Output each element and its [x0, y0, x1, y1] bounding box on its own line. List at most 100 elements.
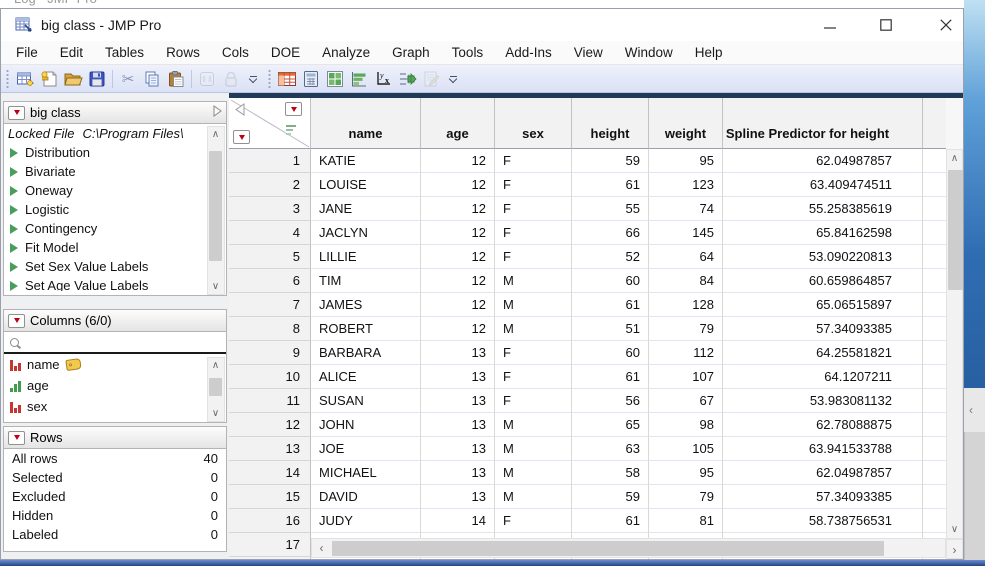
cell-sex[interactable]: F — [495, 221, 572, 245]
cell-weight[interactable]: 81 — [649, 509, 723, 533]
scroll-up-icon[interactable]: ∧ — [208, 358, 223, 373]
column-item-name[interactable]: name — [4, 354, 206, 375]
cell-spline-predictor[interactable]: 60.659864857 — [723, 269, 923, 293]
script-item[interactable]: Distribution — [4, 143, 206, 162]
row-number[interactable]: 3 — [229, 197, 311, 221]
cell-height[interactable]: 60 — [572, 341, 649, 365]
red-triangle-menu-icon[interactable] — [8, 313, 25, 328]
menu-rows[interactable]: Rows — [155, 42, 211, 63]
column-list-mini-icon[interactable] — [286, 124, 298, 139]
cell-weight[interactable]: 64 — [649, 245, 723, 269]
row-number[interactable]: 17 — [229, 533, 311, 557]
menu-tables[interactable]: Tables — [94, 42, 155, 63]
cell-weight[interactable]: 95 — [649, 461, 723, 485]
cell-name[interactable]: ROBERT — [311, 317, 421, 341]
cell-sex[interactable]: F — [495, 509, 572, 533]
row-number[interactable]: 8 — [229, 317, 311, 341]
cell-weight[interactable]: 74 — [649, 197, 723, 221]
new-journal-icon[interactable] — [37, 68, 61, 90]
cell-height[interactable]: 61 — [572, 293, 649, 317]
cell-age[interactable]: 13 — [421, 461, 495, 485]
menu-doe[interactable]: DOE — [260, 42, 311, 63]
cell-sex[interactable]: M — [495, 485, 572, 509]
cell-weight[interactable]: 79 — [649, 317, 723, 341]
row-number[interactable]: 4 — [229, 221, 311, 245]
scroll-right-icon[interactable]: › — [946, 539, 963, 559]
toolbar-overflow-icon[interactable] — [447, 69, 459, 89]
cell-age[interactable]: 12 — [421, 173, 495, 197]
cell-spline-predictor[interactable]: 65.84162598 — [723, 221, 923, 245]
cell-weight[interactable]: 98 — [649, 413, 723, 437]
cell-sex[interactable]: F — [495, 173, 572, 197]
row-number[interactable]: 5 — [229, 245, 311, 269]
cell-sex[interactable]: F — [495, 341, 572, 365]
menu-help[interactable]: Help — [684, 42, 734, 63]
hide-panel-icon[interactable] — [235, 103, 245, 119]
cell-sex[interactable]: F — [495, 245, 572, 269]
column-header-spline[interactable]: Spline Predictor for height — [723, 98, 923, 149]
vertical-scrollbar[interactable]: ∧ ∨ — [946, 149, 963, 539]
cell-spline-predictor[interactable]: 62.04987857 — [723, 461, 923, 485]
cell-age[interactable]: 13 — [421, 413, 495, 437]
cell-height[interactable]: 55 — [572, 197, 649, 221]
toolbar-overflow-icon[interactable] — [247, 69, 259, 89]
cell-name[interactable]: SUSAN — [311, 389, 421, 413]
scroll-up-icon[interactable]: ∧ — [208, 127, 223, 142]
table-panel-scrollbar[interactable]: ∧ ∨ — [207, 126, 225, 295]
cell-name[interactable]: MICHAEL — [311, 461, 421, 485]
cell-name[interactable]: TIM — [311, 269, 421, 293]
cell-height[interactable]: 60 — [572, 269, 649, 293]
row-number[interactable]: 2 — [229, 173, 311, 197]
cell-age[interactable]: 12 — [421, 245, 495, 269]
menu-window[interactable]: Window — [614, 42, 684, 63]
scroll-up-icon[interactable]: ∧ — [947, 151, 962, 166]
columns-red-triangle-icon[interactable] — [285, 102, 302, 116]
column-header-age[interactable]: age — [421, 98, 495, 149]
row-number[interactable]: 11 — [229, 389, 311, 413]
cell-height[interactable]: 58 — [572, 461, 649, 485]
horizontal-scrollbar[interactable]: ‹ — [311, 538, 946, 558]
row-number[interactable]: 9 — [229, 341, 311, 365]
cell-height[interactable]: 61 — [572, 173, 649, 197]
scroll-down-icon[interactable]: ∨ — [947, 522, 962, 537]
cell-age[interactable]: 13 — [421, 341, 495, 365]
scroll-down-icon[interactable]: ∨ — [208, 279, 223, 294]
scrollbar-thumb[interactable] — [209, 378, 222, 396]
cell-height[interactable]: 61 — [572, 365, 649, 389]
cell-age[interactable]: 13 — [421, 389, 495, 413]
close-button[interactable] — [929, 13, 963, 37]
menu-analyze[interactable]: Analyze — [311, 42, 381, 63]
cell-name[interactable]: JACLYN — [311, 221, 421, 245]
cell-spline-predictor[interactable]: 55.258385619 — [723, 197, 923, 221]
columns-panel-scrollbar[interactable]: ∧ ∨ — [207, 357, 225, 422]
script-item[interactable]: Logistic — [4, 200, 206, 219]
red-triangle-menu-icon[interactable] — [8, 430, 25, 445]
cell-spline-predictor[interactable]: 63.941533788 — [723, 437, 923, 461]
cell-spline-predictor[interactable]: 58.738756531 — [723, 509, 923, 533]
cell-spline-predictor[interactable]: 62.78088875 — [723, 413, 923, 437]
cell-name[interactable]: ALICE — [311, 365, 421, 389]
cell-name[interactable]: JOE — [311, 437, 421, 461]
cell-weight[interactable]: 145 — [649, 221, 723, 245]
window-layout-icon[interactable] — [323, 68, 347, 90]
cell-height[interactable]: 66 — [572, 221, 649, 245]
cell-height[interactable]: 65 — [572, 413, 649, 437]
menu-file[interactable]: File — [5, 42, 49, 63]
open-file-icon[interactable] — [61, 68, 85, 90]
cell-age[interactable]: 12 — [421, 197, 495, 221]
cell-name[interactable]: DAVID — [311, 485, 421, 509]
column-search-input[interactable] — [25, 334, 179, 350]
cell-height[interactable]: 56 — [572, 389, 649, 413]
menu-add-ins[interactable]: Add-Ins — [494, 42, 563, 63]
cell-age[interactable]: 12 — [421, 149, 495, 173]
cell-sex[interactable]: M — [495, 413, 572, 437]
column-header-name[interactable]: name — [311, 98, 421, 149]
maximize-button[interactable] — [869, 13, 903, 37]
cell-age[interactable]: 12 — [421, 293, 495, 317]
cell-sex[interactable]: M — [495, 317, 572, 341]
menu-view[interactable]: View — [563, 42, 614, 63]
new-data-table-icon[interactable] — [13, 68, 37, 90]
cell-weight[interactable]: 79 — [649, 485, 723, 509]
cell-height[interactable]: 52 — [572, 245, 649, 269]
cell-spline-predictor[interactable]: 64.25581821 — [723, 341, 923, 365]
